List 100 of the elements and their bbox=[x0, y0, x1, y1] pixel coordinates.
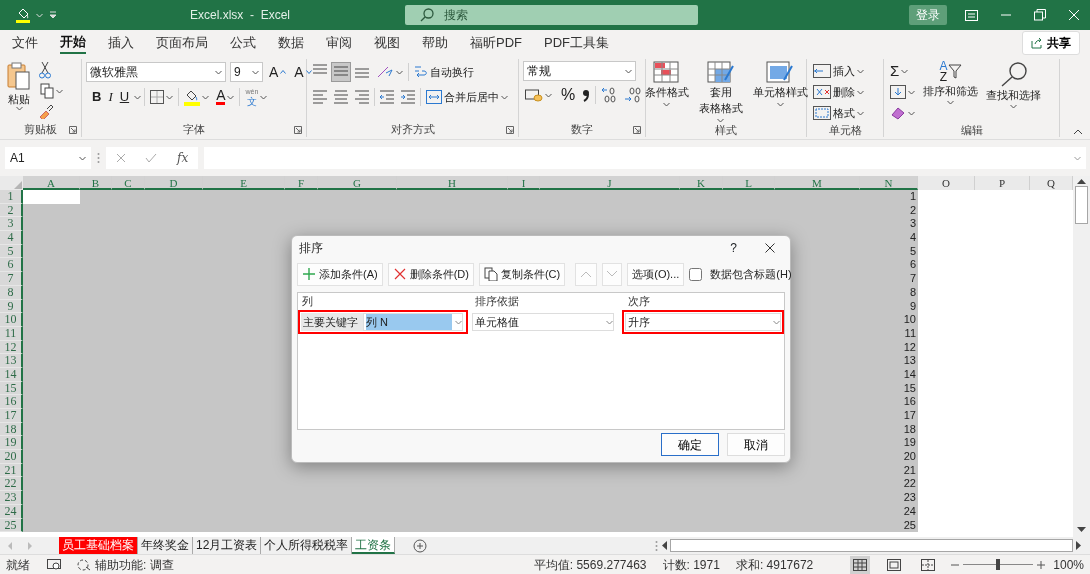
decrease-indent-icon[interactable] bbox=[378, 89, 396, 105]
column-header[interactable]: L bbox=[723, 176, 775, 190]
row-header[interactable]: 20 bbox=[0, 450, 23, 464]
insert-function-button[interactable]: fx bbox=[177, 149, 189, 167]
zoom-slider-thumb[interactable] bbox=[996, 559, 1001, 570]
row-header[interactable]: 1 bbox=[0, 190, 23, 204]
column-header[interactable]: J bbox=[540, 176, 680, 190]
column-header[interactable]: Q bbox=[1030, 176, 1073, 190]
checkbox[interactable] bbox=[689, 267, 703, 281]
customize-toolbar-icon[interactable] bbox=[49, 11, 57, 19]
restore-icon[interactable] bbox=[1034, 9, 1046, 21]
copy-button[interactable] bbox=[38, 81, 65, 101]
sheet-tab[interactable]: 12月工资表 bbox=[193, 537, 262, 554]
menu-tab[interactable]: PDF工具集 bbox=[544, 32, 609, 53]
column-header[interactable]: D bbox=[145, 176, 203, 190]
column-header[interactable]: H bbox=[397, 176, 508, 190]
menu-tab[interactable]: 开始 bbox=[60, 31, 86, 54]
collapse-ribbon-icon[interactable] bbox=[1073, 129, 1083, 135]
row-header[interactable]: 4 bbox=[0, 231, 23, 245]
increase-indent-icon[interactable] bbox=[399, 89, 417, 105]
column-header[interactable]: P bbox=[975, 176, 1030, 190]
bold-button[interactable]: B bbox=[90, 87, 104, 107]
scroll-left-icon[interactable] bbox=[661, 541, 667, 550]
menu-tab[interactable]: 页面布局 bbox=[156, 32, 208, 53]
more-options-icon[interactable] bbox=[97, 152, 100, 164]
row-header[interactable]: 6 bbox=[0, 258, 23, 273]
font-name-field[interactable]: 微软雅黑 bbox=[86, 62, 226, 82]
font-size-field[interactable]: 9 bbox=[230, 62, 263, 82]
row-header[interactable]: 19 bbox=[0, 436, 23, 451]
search-field[interactable]: 搜索 bbox=[405, 5, 698, 25]
column-header[interactable]: E bbox=[203, 176, 285, 190]
sort-on-select[interactable]: 单元格值 bbox=[472, 313, 614, 331]
column-header[interactable]: M bbox=[775, 176, 860, 190]
comma-style-icon[interactable] bbox=[582, 88, 591, 102]
add-condition-button[interactable]: 添加条件(A) bbox=[297, 262, 383, 286]
wrap-text-button[interactable]: 自动换行 bbox=[412, 62, 476, 82]
sheet-tab[interactable]: 工资条 bbox=[352, 537, 396, 554]
column-header[interactable]: F bbox=[285, 176, 318, 190]
column-header[interactable]: N bbox=[860, 176, 918, 190]
menu-tab[interactable]: 福昕PDF bbox=[470, 32, 522, 53]
dialog-launcher-icon[interactable] bbox=[294, 126, 302, 134]
menu-tab[interactable]: 文件 bbox=[12, 32, 38, 53]
row-header[interactable]: 10 bbox=[0, 313, 23, 327]
order-select[interactable]: 升序 bbox=[625, 313, 781, 331]
menu-tab[interactable]: 公式 bbox=[230, 32, 256, 53]
dialog-launcher-icon[interactable] bbox=[506, 126, 514, 134]
sort-filter-button[interactable]: A Z 排序和筛选 bbox=[921, 61, 980, 123]
column-header[interactable]: I bbox=[508, 176, 540, 190]
scrollbar-thumb[interactable] bbox=[1075, 186, 1088, 224]
column-select[interactable]: 列 N bbox=[363, 313, 463, 331]
active-cell[interactable] bbox=[23, 190, 80, 204]
help-button[interactable]: ? bbox=[730, 239, 737, 257]
row-header[interactable]: 16 bbox=[0, 395, 23, 409]
cancel-button[interactable]: 取消 bbox=[727, 433, 785, 456]
paint-bucket-icon[interactable] bbox=[16, 7, 30, 23]
scroll-down-icon[interactable] bbox=[1077, 527, 1086, 533]
column-header[interactable]: B bbox=[80, 176, 112, 190]
format-as-table-button[interactable]: 套用 表格格式 bbox=[696, 61, 745, 123]
cancel-icon[interactable] bbox=[115, 153, 126, 163]
cut-icon[interactable] bbox=[38, 61, 52, 79]
grow-font-button[interactable]: A bbox=[267, 62, 289, 82]
options-button[interactable]: 选项(O)... bbox=[627, 262, 685, 286]
menu-tab[interactable]: 插入 bbox=[108, 32, 134, 53]
font-color-button[interactable]: A bbox=[214, 87, 237, 107]
column-header[interactable]: K bbox=[680, 176, 723, 190]
row-header[interactable]: 13 bbox=[0, 354, 23, 368]
name-box[interactable]: A1 bbox=[5, 147, 91, 169]
align-left-icon[interactable] bbox=[311, 88, 329, 106]
format-painter-icon[interactable] bbox=[38, 103, 54, 119]
zoom-level[interactable]: 100% bbox=[1053, 555, 1084, 574]
menu-tab[interactable]: 视图 bbox=[374, 32, 400, 53]
row-header[interactable]: 17 bbox=[0, 409, 23, 423]
delete-button[interactable]: 删除 bbox=[811, 82, 866, 102]
fill-button[interactable] bbox=[888, 82, 917, 102]
borders-button[interactable] bbox=[148, 87, 176, 107]
column-header[interactable]: C bbox=[112, 176, 145, 190]
italic-button[interactable]: I bbox=[106, 87, 115, 107]
copy-condition-button[interactable]: 复制条件(C) bbox=[478, 262, 566, 286]
find-select-button[interactable]: 查找和选择 bbox=[984, 61, 1043, 123]
column-header[interactable]: G bbox=[318, 176, 397, 190]
menu-tab[interactable]: 帮助 bbox=[422, 32, 448, 53]
insert-button[interactable]: 插入 bbox=[811, 61, 866, 81]
ok-button[interactable]: 确定 bbox=[661, 433, 719, 456]
row-header[interactable]: 22 bbox=[0, 477, 23, 492]
align-center-icon[interactable] bbox=[332, 88, 350, 106]
row-header[interactable]: 23 bbox=[0, 491, 23, 505]
normal-view-icon[interactable] bbox=[853, 558, 868, 571]
sheet-tab[interactable]: 年终奖金 bbox=[138, 537, 193, 554]
row-header[interactable]: 3 bbox=[0, 217, 23, 232]
page-layout-icon[interactable] bbox=[887, 558, 902, 571]
paste-button[interactable]: 粘贴 bbox=[4, 61, 34, 122]
merge-center-button[interactable]: 合并后居中 bbox=[424, 87, 510, 107]
underline-button[interactable]: U bbox=[117, 87, 132, 107]
conditional-formatting-button[interactable]: 条件格式 bbox=[642, 61, 691, 123]
macro-record-icon[interactable] bbox=[47, 558, 61, 571]
number-format-field[interactable]: 常规 bbox=[523, 61, 636, 81]
menu-tab[interactable]: 审阅 bbox=[326, 32, 352, 53]
menu-tab[interactable]: 数据 bbox=[278, 32, 304, 53]
shrink-font-button[interactable]: A bbox=[292, 62, 314, 82]
share-button[interactable]: 共享 bbox=[1022, 30, 1080, 55]
